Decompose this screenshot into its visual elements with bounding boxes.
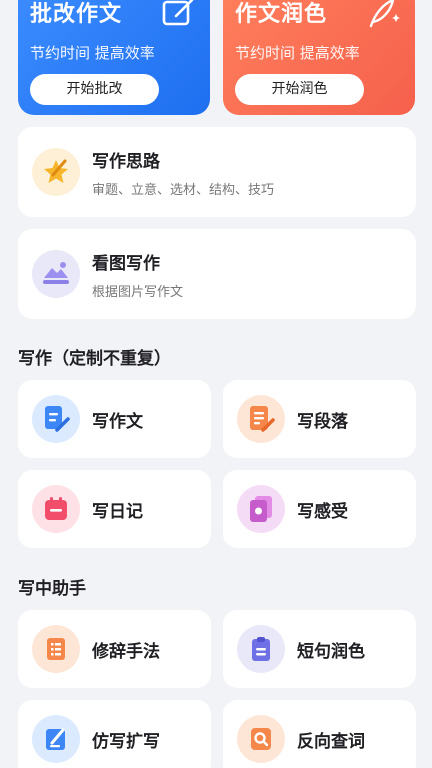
write-diary-card[interactable]: 写日记 bbox=[18, 470, 211, 548]
writing-helper-heading: 写中助手 bbox=[18, 579, 86, 599]
rhetoric-card[interactable]: 修辞手法 bbox=[18, 610, 211, 688]
pen-doc-icon bbox=[32, 715, 80, 763]
reverse-lookup-label: 反向查词 bbox=[297, 731, 365, 752]
picture-writing-title: 看图写作 bbox=[92, 253, 160, 274]
search-doc-icon bbox=[237, 715, 285, 763]
document-pen-icon bbox=[32, 395, 80, 443]
flower-card-icon bbox=[237, 485, 285, 533]
custom-writing-heading: 写作（定制不重复） bbox=[18, 349, 171, 369]
polish-essay-subtitle: 节约时间 提高效率 bbox=[235, 44, 360, 62]
write-essay-card[interactable]: 写作文 bbox=[18, 380, 211, 458]
write-paragraph-label: 写段落 bbox=[297, 411, 348, 432]
list-doc-icon bbox=[32, 625, 80, 673]
correct-essay-subtitle: 节约时间 提高效率 bbox=[30, 44, 155, 62]
sentence-polish-card[interactable]: 短句润色 bbox=[223, 610, 416, 688]
polish-essay-card[interactable]: 作文润色 节约时间 提高效率 开始润色 bbox=[223, 0, 415, 115]
picture-writing-subtitle: 根据图片写作文 bbox=[92, 284, 184, 300]
paragraph-pen-icon bbox=[237, 395, 285, 443]
picture-writing-card[interactable]: 看图写作 根据图片写作文 bbox=[18, 229, 416, 319]
write-essay-label: 写作文 bbox=[92, 411, 143, 432]
sentence-polish-label: 短句润色 bbox=[297, 641, 365, 662]
rhetoric-label: 修辞手法 bbox=[92, 641, 160, 662]
writing-ideas-subtitle: 审题、立意、选材、结构、技巧 bbox=[92, 182, 275, 198]
write-paragraph-card[interactable]: 写段落 bbox=[223, 380, 416, 458]
writing-ideas-title: 写作思路 bbox=[92, 151, 160, 172]
star-pen-icon bbox=[32, 148, 80, 196]
start-polish-button[interactable]: 开始润色 bbox=[235, 74, 364, 105]
picture-mountain-icon bbox=[32, 250, 80, 298]
write-feelings-card[interactable]: 写感受 bbox=[223, 470, 416, 548]
calendar-diary-icon bbox=[32, 485, 80, 533]
imitate-expand-card[interactable]: 仿写扩写 bbox=[18, 700, 211, 768]
clipboard-icon bbox=[237, 625, 285, 673]
start-correct-button[interactable]: 开始批改 bbox=[30, 74, 159, 105]
imitate-expand-label: 仿写扩写 bbox=[92, 731, 160, 752]
edit-square-icon bbox=[162, 0, 194, 26]
reverse-lookup-card[interactable]: 反向查词 bbox=[223, 700, 416, 768]
write-feelings-label: 写感受 bbox=[297, 501, 348, 522]
quill-sparkle-icon bbox=[369, 0, 400, 28]
correct-essay-card[interactable]: 批改作文 节约时间 提高效率 开始批改 bbox=[18, 0, 210, 115]
writing-ideas-card[interactable]: 写作思路 审题、立意、选材、结构、技巧 bbox=[18, 127, 416, 217]
write-diary-label: 写日记 bbox=[92, 501, 143, 522]
